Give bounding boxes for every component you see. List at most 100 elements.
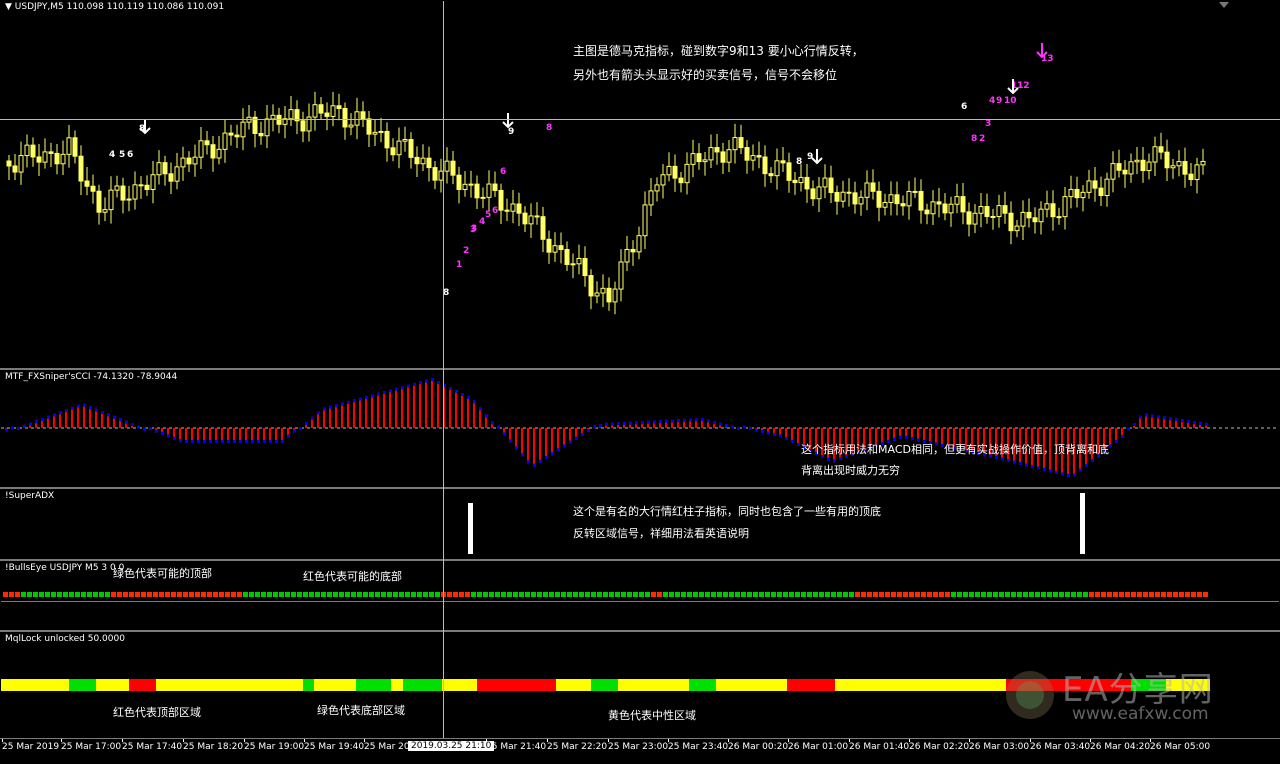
cci-bar [551,428,553,455]
bullseye-dot [615,592,620,597]
candle-body [583,258,587,275]
bullseye-dot [693,592,698,597]
bullseye-dot [687,592,692,597]
pane-separator[interactable] [0,368,1280,370]
candle-body [1021,212,1025,226]
candle-body [535,216,539,217]
bullseye-dot [1149,592,1154,597]
bullseye-dot [9,592,14,597]
axis-tick-mark [547,739,548,742]
cci-signal-dot [719,423,722,426]
cci-signal-dot [437,381,440,384]
cci-signal-dot [671,420,674,423]
bullseye-dot [777,592,782,597]
chart-scroll-marker-icon[interactable] [1219,2,1229,8]
time-axis[interactable]: 26 Mar 05:0026 Mar 04:2026 Mar 03:4026 M… [0,738,1280,764]
cci-signal-dot [371,394,374,397]
candle-body [79,156,83,181]
cci-bar [539,428,541,463]
axis-tick-label: 25 Mar 19:00 [244,742,304,752]
cci-signal-dot [1109,445,1112,448]
bullseye-dot [291,592,296,597]
mqllock-segment [391,679,403,691]
bullseye-dot [489,592,494,597]
pane-separator[interactable] [0,559,1280,561]
cci-signal-dot [251,440,254,443]
mqllock-segment [314,679,356,691]
cci-pane[interactable]: MTF_FXSniper'sCCI -74.1320 -78.9044 这个指标… [1,371,1279,487]
cci-signal-dot [107,413,110,416]
cci-signal-dot [1061,473,1064,476]
cci-signal-dot [539,460,542,463]
cci-bar [419,381,421,428]
cci-signal-dot [725,424,728,427]
cci-bar [329,406,331,428]
td-count-label: 4 [109,150,115,160]
candle-body [217,149,221,158]
cci-signal-dot [389,389,392,392]
bullseye-label: !BullsEye USDJPY M5 3 0 0 [5,563,124,573]
bullseye-dot [1023,592,1028,597]
candle-body [637,236,641,252]
candle-body [997,206,1001,217]
candle-body [205,141,209,145]
cci-bar [371,394,373,428]
candle-body [973,213,977,224]
bullseye-dot [117,592,122,597]
cci-bar [383,391,385,428]
bullseye-dot [1203,592,1208,597]
td-count-label: 8 [546,123,552,133]
cci-signal-dot [659,420,662,423]
candle-body [877,191,881,207]
bullseye-dot [975,592,980,597]
cci-signal-dot [317,412,320,415]
candle-body [229,133,233,135]
candle-body [1189,174,1193,179]
bullseye-dot [309,592,314,597]
candle-body [943,204,947,213]
superadx-pane[interactable]: !SuperADX 这个是有名的大行情红柱子指标，同时也包含了一些有用的顶底 反… [1,490,1279,559]
bullseye-dot [621,592,626,597]
bullseye-dot [141,592,146,597]
bullseye-dot [603,592,608,597]
bullseye-dot [201,592,206,597]
signal-arrow-icon [503,113,513,127]
bullseye-dot [807,592,812,597]
cci-signal-dot [179,439,182,442]
cci-signal-dot [293,430,296,433]
bullseye-dot [405,592,410,597]
cci-signal-dot [59,411,62,414]
axis-tick-label: 25 Mar 21:40 [486,742,546,752]
cci-signal-dot [605,423,608,426]
pane-separator[interactable] [0,630,1280,632]
bullseye-dot [1191,592,1196,597]
candle-body [55,153,59,163]
bullseye-dot [579,592,584,597]
cci-signal-dot [545,456,548,459]
candle-body [211,145,215,158]
candle-body [571,264,575,265]
symbol-quote: USDJPY,M5 110.098 110.119 110.086 110.09… [15,2,224,12]
bullseye-dot [513,592,518,597]
mqllock-segment [556,679,591,691]
cci-signal-dot [491,421,494,424]
candle-body [685,164,689,182]
cci-signal-dot [1085,464,1088,467]
td-count-label: 6 [492,206,498,216]
bullseye-dot [63,592,68,597]
cci-signal-dot [473,400,476,403]
cci-signal-dot [731,426,734,429]
main-chart-pane[interactable]: 8456936812345689868234910111213 ▼ USDJPY… [1,1,1279,368]
bullseye-pane[interactable]: !BullsEye USDJPY M5 3 0 0 绿色代表可能的顶部 红色代表… [1,562,1279,630]
candle-body [1075,189,1079,197]
cci-signal-dot [311,417,314,420]
candle-body [289,110,293,119]
td-count-label: 5 [119,150,125,160]
candle-body [979,207,983,214]
cci-signal-dot [617,422,620,425]
candle-body [97,191,101,212]
mqllock-segment [787,679,835,691]
dropdown-triangle-icon[interactable]: ▼ [5,2,12,12]
bullseye-dot [1137,592,1142,597]
pane-separator[interactable] [0,487,1280,489]
